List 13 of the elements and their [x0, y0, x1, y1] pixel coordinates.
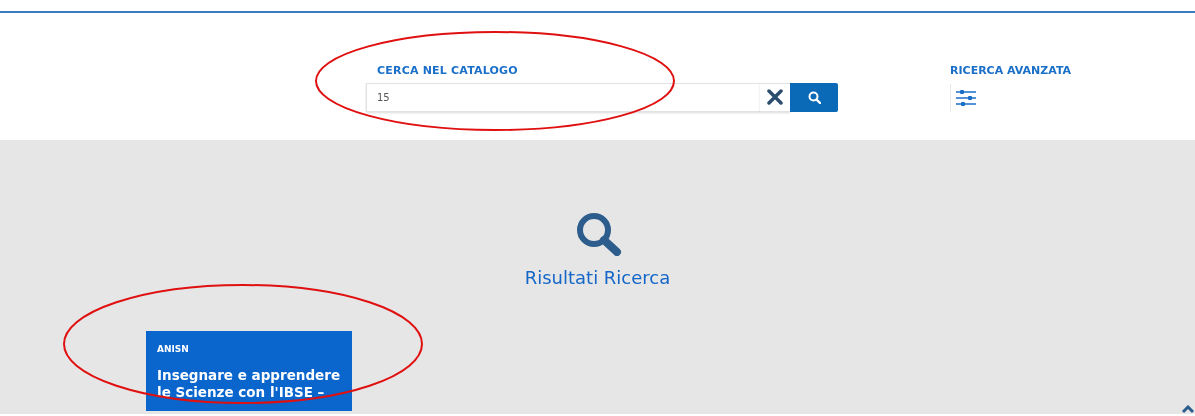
search-label: CERCA NEL CATALOGO — [377, 63, 519, 79]
advanced-search-label: RICERCA AVANZATA — [950, 63, 1072, 79]
sliders-icon — [954, 88, 977, 107]
search-field[interactable]: 15 — [366, 82, 760, 112]
search-icon — [807, 90, 821, 104]
result-card[interactable]: ANISN Insegnare e apprendere le Scienze con l'IBSE – — [146, 331, 352, 411]
results-title: Risultati Ricerca — [524, 266, 671, 290]
search-button[interactable] — [790, 82, 838, 112]
clear-button[interactable] — [760, 82, 790, 112]
chevron-up-icon[interactable] — [1181, 405, 1195, 414]
close-icon — [767, 89, 783, 105]
card-title: Insegnare e apprendere le Scienze con l'IBSE – — [157, 366, 341, 402]
card-source: ANISN — [157, 343, 190, 356]
